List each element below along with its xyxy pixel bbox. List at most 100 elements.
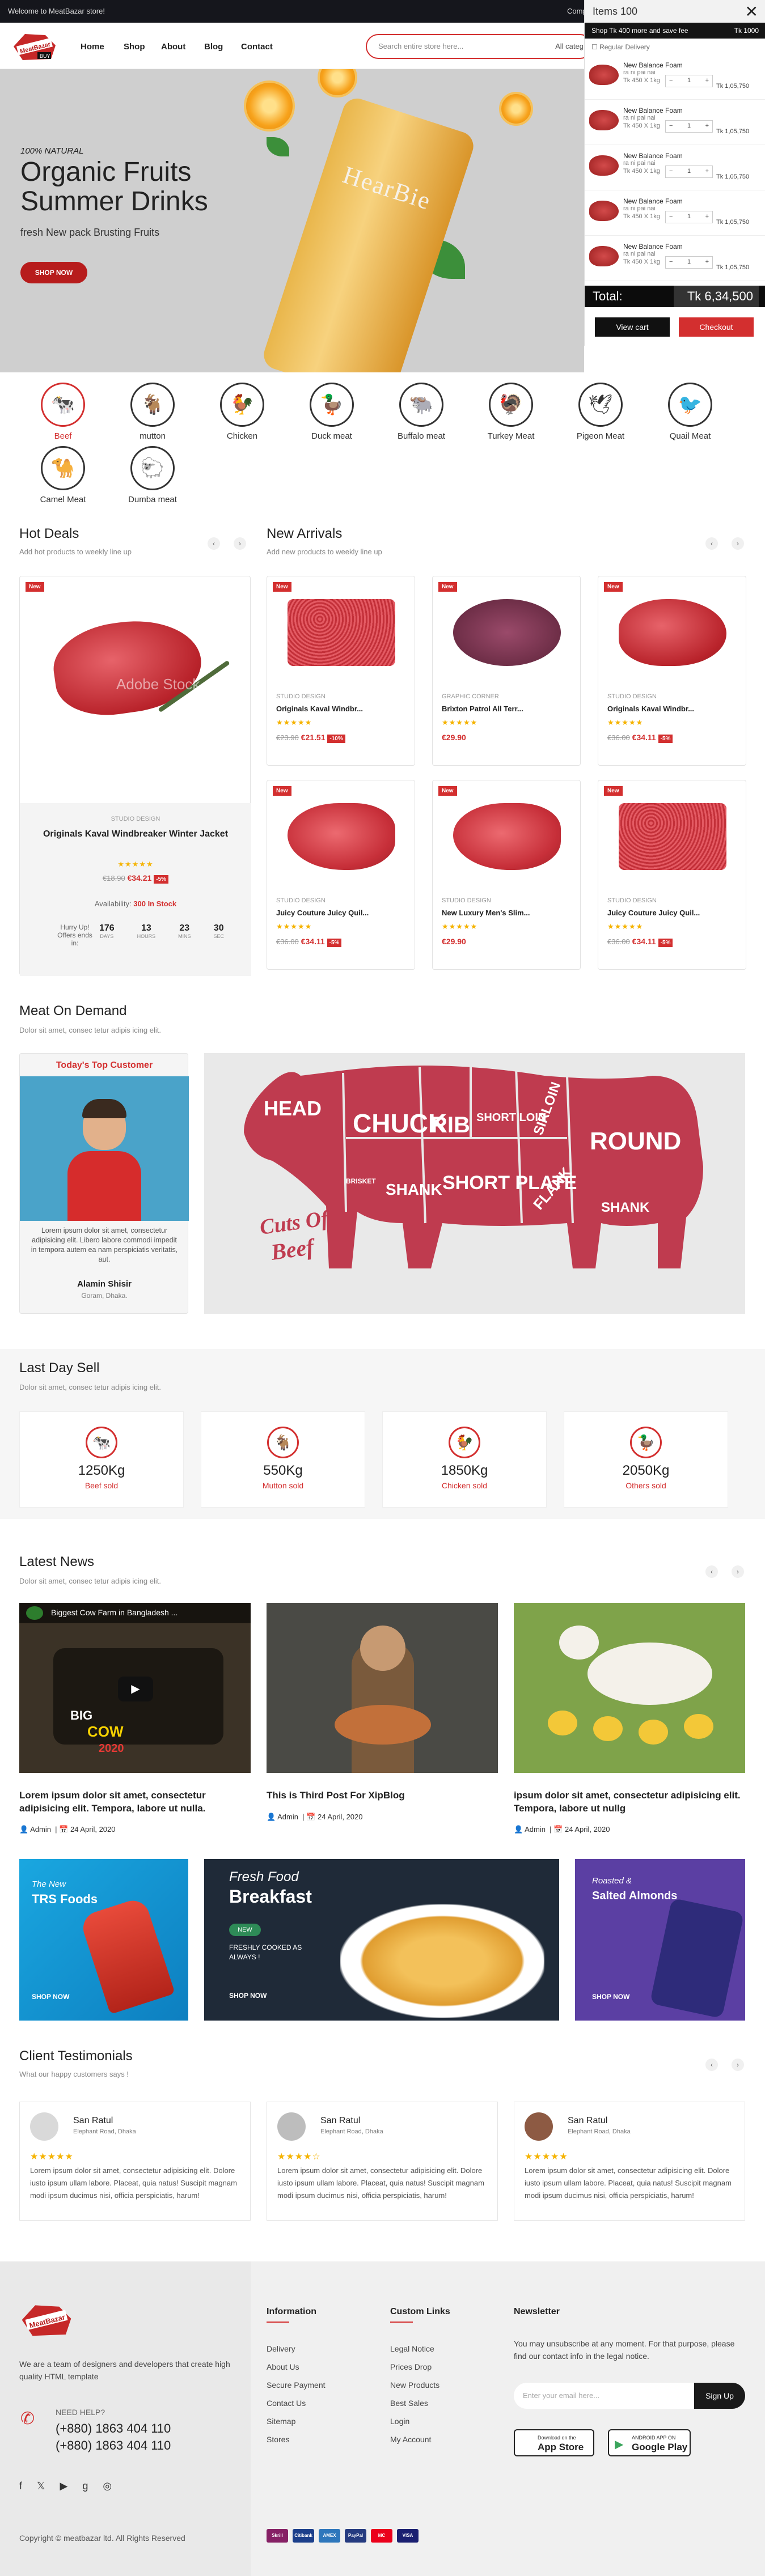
footer-link[interactable]: About Us	[267, 2362, 299, 2371]
quantity-value[interactable]: 1	[687, 168, 691, 175]
email-input[interactable]: Enter your email here...	[523, 2391, 599, 2400]
minus-icon[interactable]: −	[669, 258, 673, 265]
footer-link[interactable]: Contact Us	[267, 2399, 306, 2408]
product-name[interactable]: New Luxury Men's Slim...	[442, 909, 530, 917]
banner-shop-now[interactable]: SHOP NOW	[229, 1992, 267, 2000]
news-post-title[interactable]: Lorem ipsum dolor sit amet, consectetur …	[19, 1789, 251, 1815]
category-buffalo[interactable]: 🐃 Buffalo meat	[390, 383, 453, 441]
category-pigeon[interactable]: 🕊 Pigeon Meat	[569, 383, 632, 441]
news-author[interactable]: Admin	[525, 1825, 546, 1834]
cart-item-name[interactable]: New Balance Foam	[623, 197, 683, 205]
nav-home[interactable]: Home	[81, 42, 104, 52]
chevron-right-icon[interactable]: ›	[732, 537, 744, 550]
product-card[interactable]: New STUDIO DESIGN Originals Kaval Windbr..…	[598, 576, 746, 766]
cart-item[interactable]: New Balance Foam ra ni pai nai Tk 450 X 1k…	[585, 57, 765, 100]
google-play-badge[interactable]: ▶ ANDROID APP ON Google Play	[608, 2429, 691, 2456]
chevron-left-icon[interactable]: ‹	[705, 1565, 718, 1578]
cart-item-name[interactable]: New Balance Foam	[623, 107, 683, 114]
plus-icon[interactable]: +	[705, 122, 709, 129]
footer-link[interactable]: New Products	[390, 2380, 439, 2390]
quantity-stepper[interactable]: − 1 +	[665, 75, 713, 87]
search-category-select[interactable]: All categ	[555, 42, 584, 50]
site-logo[interactable]: MeatBazar BUY	[11, 29, 58, 62]
quantity-stepper[interactable]: − 1 +	[665, 256, 713, 269]
signup-button[interactable]: Sign Up	[694, 2383, 745, 2409]
product-card[interactable]: New GRAPHIC CORNER Brixton Patrol All Terr…	[432, 576, 581, 766]
search-input[interactable]: Search entire store here...	[378, 42, 463, 50]
product-card[interactable]: New STUDIO DESIGN Juicy Couture Juicy Quil…	[267, 780, 415, 970]
cart-item[interactable]: New Balance Foam ra ni pai nai Tk 450 X 1k…	[585, 193, 765, 236]
footer-link[interactable]: Delivery	[267, 2344, 295, 2353]
product-name[interactable]: Originals Kaval Windbr...	[607, 705, 694, 713]
cart-item-name[interactable]: New Balance Foam	[623, 243, 683, 251]
chevron-left-icon[interactable]: ‹	[705, 537, 718, 550]
category-camel[interactable]: 🐪 Camel Meat	[32, 446, 94, 504]
footer-link[interactable]: Secure Payment	[267, 2380, 326, 2390]
checkout-button[interactable]: Checkout	[679, 317, 754, 337]
product-name[interactable]: Originals Kaval Windbreaker Winter Jacke…	[37, 828, 234, 840]
chevron-right-icon[interactable]: ›	[732, 2059, 744, 2071]
close-icon[interactable]: ✕	[745, 2, 758, 21]
footer-link[interactable]: Stores	[267, 2435, 289, 2444]
cart-item[interactable]: New Balance Foam ra ni pai nai Tk 450 X 1k…	[585, 147, 765, 190]
quantity-value[interactable]: 1	[687, 213, 691, 220]
footer-link[interactable]: Legal Notice	[390, 2344, 434, 2353]
product-card[interactable]: New STUDIO DESIGN Juicy Couture Juicy Quil…	[598, 780, 746, 970]
promo-banner-breakfast[interactable]: Fresh Food Breakfast NEW FRESHLY COOKED …	[204, 1859, 559, 2021]
news-image-ducks[interactable]	[514, 1603, 745, 1773]
minus-icon[interactable]: −	[669, 213, 673, 220]
news-post-title[interactable]: ipsum dolor sit amet, consectetur adipis…	[514, 1789, 745, 1815]
news-post-title[interactable]: This is Third Post For XipBlog	[267, 1789, 498, 1802]
hero-shop-now-button[interactable]: SHOP NOW	[20, 262, 87, 283]
footer-link[interactable]: Sitemap	[267, 2417, 295, 2426]
facebook-icon[interactable]: f	[19, 2480, 22, 2492]
product-name[interactable]: Originals Kaval Windbr...	[276, 705, 363, 713]
category-goat[interactable]: 🐐 mutton	[121, 383, 184, 441]
plus-icon[interactable]: +	[705, 213, 709, 220]
play-icon[interactable]: ▶	[118, 1677, 153, 1701]
hot-deal-card[interactable]: New Adobe Stock STUDIO DESIGN Originals …	[19, 576, 251, 976]
news-author[interactable]: Admin	[277, 1813, 298, 1821]
category-turkey[interactable]: 🦃 Turkey Meat	[480, 383, 542, 441]
quantity-value[interactable]: 1	[687, 258, 691, 265]
chevron-right-icon[interactable]: ›	[234, 537, 246, 550]
promo-banner-trs[interactable]: The New TRS Foods SHOP NOW	[19, 1859, 188, 2021]
banner-shop-now[interactable]: SHOP NOW	[32, 1993, 69, 2001]
phone-number-1[interactable]: (+880) 1863 404 110	[56, 2421, 171, 2436]
cart-item-name[interactable]: New Balance Foam	[623, 152, 683, 160]
footer-link[interactable]: Prices Drop	[390, 2362, 432, 2371]
news-video-embed[interactable]: Biggest Cow Farm in Bangladesh ... ▶ BIG…	[19, 1603, 251, 1773]
chevron-right-icon[interactable]: ›	[732, 1565, 744, 1578]
search-bar[interactable]: Search entire store here... All categ	[366, 34, 593, 59]
plus-icon[interactable]: +	[705, 77, 709, 84]
google-plus-icon[interactable]: g	[82, 2480, 88, 2492]
youtube-icon[interactable]: ▶	[60, 2480, 68, 2492]
nav-contact[interactable]: Contact	[241, 42, 273, 52]
app-store-badge[interactable]: Download on the App Store	[514, 2429, 594, 2456]
news-author[interactable]: Admin	[30, 1825, 51, 1834]
chevron-left-icon[interactable]: ‹	[208, 537, 220, 550]
cart-item[interactable]: New Balance Foam ra ni pai nai Tk 450 X 1k…	[585, 102, 765, 145]
footer-logo[interactable]: MeatBazar	[19, 2300, 74, 2339]
minus-icon[interactable]: −	[669, 168, 673, 175]
category-quail[interactable]: 🐦 Quail Meat	[659, 383, 721, 441]
product-name[interactable]: Juicy Couture Juicy Quil...	[607, 909, 700, 917]
quantity-value[interactable]: 1	[687, 77, 691, 84]
promo-banner-almonds[interactable]: Roasted & Salted Almonds SHOP NOW	[575, 1859, 745, 2021]
delivery-option[interactable]: ☐ Regular Delivery	[591, 43, 650, 51]
phone-number-2[interactable]: (+880) 1863 404 110	[56, 2438, 171, 2453]
quantity-stepper[interactable]: − 1 +	[665, 165, 713, 178]
footer-link[interactable]: Login	[390, 2417, 409, 2426]
minus-icon[interactable]: −	[669, 122, 673, 129]
nav-about[interactable]: About	[161, 42, 185, 52]
quantity-stepper[interactable]: − 1 +	[665, 211, 713, 223]
quantity-value[interactable]: 1	[687, 122, 691, 129]
view-cart-button[interactable]: View cart	[595, 317, 670, 337]
plus-icon[interactable]: +	[705, 258, 709, 265]
category-sheep[interactable]: 🐑 Dumba meat	[121, 446, 184, 504]
cart-item[interactable]: New Balance Foam ra ni pai nai Tk 450 X 1k…	[585, 238, 765, 281]
category-chicken[interactable]: 🐓 Chicken	[211, 383, 273, 441]
footer-link[interactable]: Best Sales	[390, 2399, 428, 2408]
plus-icon[interactable]: +	[705, 168, 709, 175]
instagram-icon[interactable]: ◎	[103, 2480, 112, 2492]
